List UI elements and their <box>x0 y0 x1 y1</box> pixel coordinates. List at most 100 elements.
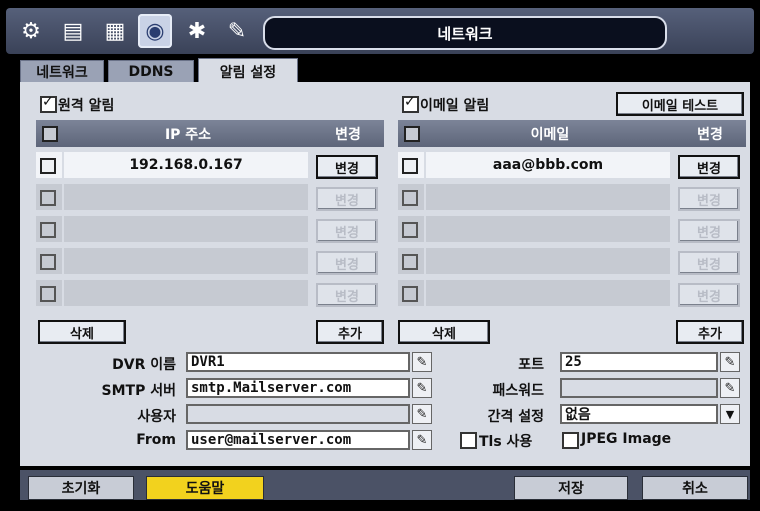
row-checkbox[interactable] <box>40 158 56 174</box>
ip-address <box>64 248 308 274</box>
top-toolbar: ⚙ ▤ ▦ ◉ ✱ ✎ 네트워크 <box>6 8 754 54</box>
row-checkbox <box>40 254 56 270</box>
tab-ddns[interactable]: DDNS <box>108 60 194 84</box>
email-alert-label: 이메일 알림 <box>420 98 490 114</box>
table-row: 변경 <box>36 182 384 212</box>
edit-pencil-icon[interactable]: ✎ <box>412 430 432 450</box>
ip-header: IP 주소 <box>164 126 212 143</box>
remote-alert-table: IP 주소 변경 192.168.0.167 변경 변경 변경 변경 변경 <box>36 120 384 312</box>
edit-pencil-icon[interactable]: ✎ <box>412 378 432 398</box>
window-title: 네트워크 <box>263 16 667 50</box>
change-button[interactable]: 변경 <box>316 155 378 179</box>
email-alert-table: 이메일 변경 aaa@bbb.com 변경 변경 변경 변경 변경 <box>398 120 746 312</box>
dvr-setup-window: ⚙ ▤ ▦ ◉ ✱ ✎ 네트워크 네트워크 DDNS 알림 설정 원격 알림 I… <box>0 0 760 511</box>
user-field[interactable] <box>186 404 410 424</box>
password-label: 패스워드 <box>492 383 544 399</box>
storage-icon[interactable]: ▤ <box>56 14 90 48</box>
change-header: 변경 <box>335 126 361 143</box>
email-address <box>426 248 670 274</box>
remote-delete-button[interactable]: 삭제 <box>38 320 126 344</box>
row-checkbox <box>402 222 418 238</box>
tls-label: Tls 사용 <box>479 434 533 450</box>
save-button[interactable]: 저장 <box>514 476 628 500</box>
cancel-button[interactable]: 취소 <box>642 476 748 500</box>
email-alert-checkbox[interactable] <box>402 94 419 113</box>
change-button: 변경 <box>316 219 378 243</box>
change-button: 변경 <box>316 187 378 211</box>
interval-label: 간격 설정 <box>487 409 544 425</box>
email-test-button[interactable]: 이메일 테스트 <box>616 92 744 116</box>
table-header: 이메일 변경 <box>398 120 746 147</box>
edit-pencil-icon[interactable]: ✎ <box>412 404 432 424</box>
table-row[interactable]: aaa@bbb.com 변경 <box>398 150 746 180</box>
change-button: 변경 <box>678 187 740 211</box>
table-row: 변경 <box>398 278 746 308</box>
remote-add-button[interactable]: 추가 <box>316 320 384 344</box>
ip-address: 192.168.0.167 <box>64 152 308 178</box>
email-delete-button[interactable]: 삭제 <box>398 320 490 344</box>
port-label: 포트 <box>518 357 544 373</box>
gear-icon[interactable]: ⚙ <box>14 14 48 48</box>
change-button: 변경 <box>316 283 378 307</box>
network-icon[interactable]: ◉ <box>138 14 172 48</box>
help-button[interactable]: 도움말 <box>146 476 264 500</box>
jpeg-image-checkbox[interactable] <box>562 432 579 449</box>
password-field[interactable] <box>560 378 718 398</box>
row-checkbox[interactable] <box>402 158 418 174</box>
email-add-button[interactable]: 추가 <box>676 320 744 344</box>
table-row: 변경 <box>398 182 746 212</box>
email-header: 이메일 <box>530 126 570 143</box>
interval-select[interactable]: 없음 <box>560 404 718 424</box>
change-button: 변경 <box>678 219 740 243</box>
record-icon[interactable]: ▦ <box>98 14 132 48</box>
chevron-down-icon[interactable]: ▼ <box>720 404 740 424</box>
from-field[interactable]: user@mailserver.com <box>186 430 410 450</box>
remote-alert-checkbox[interactable] <box>40 94 57 113</box>
row-checkbox <box>402 190 418 206</box>
row-checkbox <box>40 190 56 206</box>
tool-icon[interactable]: ✎ <box>220 14 254 48</box>
smtp-server-label: SMTP 서버 <box>101 383 176 399</box>
smtp-server-field[interactable]: smtp.Mailserver.com <box>186 378 410 398</box>
change-button: 변경 <box>678 283 740 307</box>
tls-checkbox[interactable] <box>460 432 477 449</box>
edit-pencil-icon[interactable]: ✎ <box>412 352 432 372</box>
email-address <box>426 184 670 210</box>
port-field[interactable]: 25 <box>560 352 718 372</box>
dvr-name-field[interactable]: DVR1 <box>186 352 410 372</box>
ip-address <box>64 216 308 242</box>
row-checkbox <box>40 286 56 302</box>
table-row: 변경 <box>36 246 384 276</box>
email-address <box>426 280 670 306</box>
change-button[interactable]: 변경 <box>678 155 740 179</box>
ip-address <box>64 280 308 306</box>
row-checkbox <box>402 286 418 302</box>
change-header: 변경 <box>697 126 723 143</box>
email-address: aaa@bbb.com <box>426 152 670 178</box>
edit-pencil-icon[interactable]: ✎ <box>720 352 740 372</box>
event-icon[interactable]: ✱ <box>180 14 214 48</box>
from-label: From <box>136 432 176 448</box>
table-row: 변경 <box>36 278 384 308</box>
user-label: 사용자 <box>137 409 176 425</box>
table-header: IP 주소 변경 <box>36 120 384 147</box>
dvr-name-label: DVR 이름 <box>112 357 176 373</box>
edit-pencil-icon[interactable]: ✎ <box>720 378 740 398</box>
table-row: 변경 <box>398 246 746 276</box>
reset-button[interactable]: 초기화 <box>28 476 134 500</box>
row-checkbox <box>40 222 56 238</box>
row-checkbox <box>402 254 418 270</box>
tab-alert-settings[interactable]: 알림 설정 <box>198 58 298 84</box>
select-all-header <box>36 120 64 147</box>
select-all-header <box>398 120 426 147</box>
table-row[interactable]: 192.168.0.167 변경 <box>36 150 384 180</box>
table-row: 변경 <box>36 214 384 244</box>
change-button: 변경 <box>678 251 740 275</box>
alert-settings-panel: 원격 알림 IP 주소 변경 192.168.0.167 변경 변경 <box>20 82 750 466</box>
jpeg-image-label: JPEG Image <box>581 431 672 447</box>
tab-network[interactable]: 네트워크 <box>20 60 104 84</box>
bottom-action-bar: 초기화 도움말 저장 취소 <box>20 470 750 500</box>
change-button: 변경 <box>316 251 378 275</box>
table-row: 변경 <box>398 214 746 244</box>
remote-alert-label: 원격 알림 <box>58 98 115 114</box>
